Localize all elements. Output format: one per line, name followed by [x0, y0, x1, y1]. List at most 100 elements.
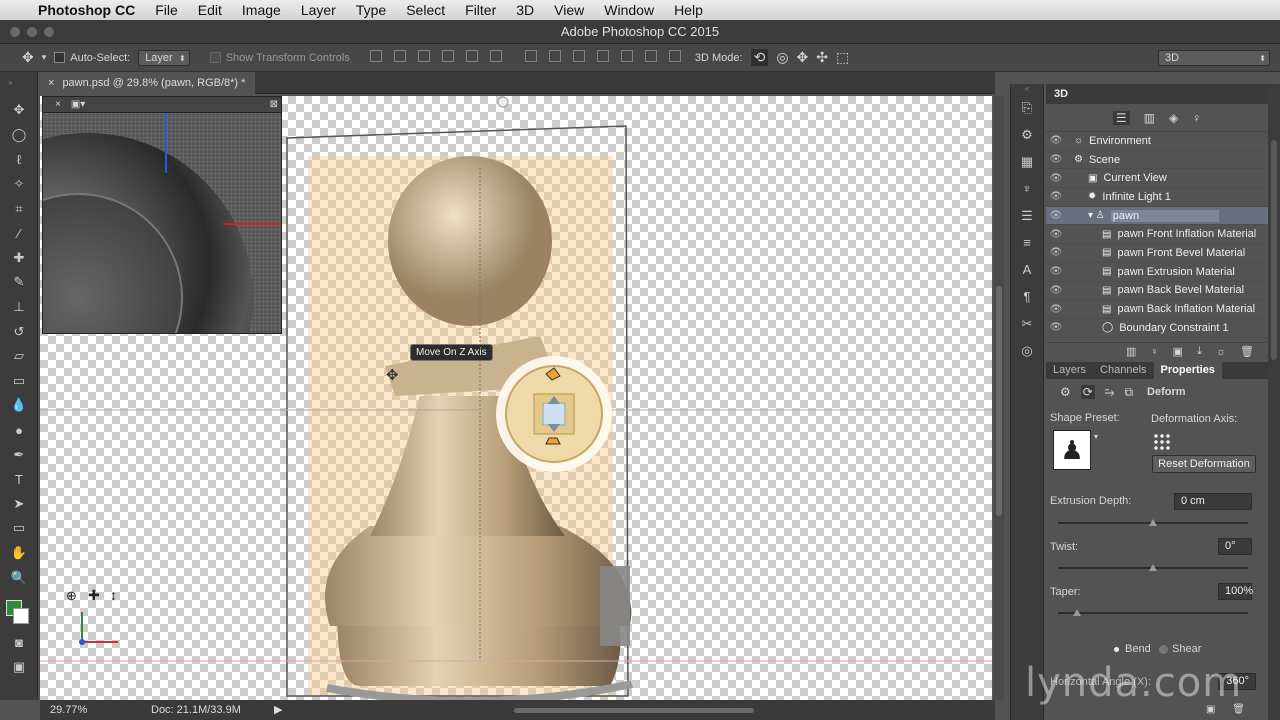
scene-tree-item[interactable]: 👁 ▤ pawn Front Bevel Material [1046, 244, 1268, 263]
background-color-swatch[interactable] [13, 607, 29, 624]
tools-presets-icon[interactable]: ✂ [1011, 310, 1043, 337]
canvas-vertical-scrollbar[interactable] [994, 96, 1004, 700]
visibility-eye-icon[interactable]: 👁 [1046, 173, 1066, 184]
menu-type[interactable]: Type [356, 2, 386, 18]
align-left-icon[interactable] [441, 50, 454, 62]
shape-preset-thumbnail[interactable]: ♟ [1053, 430, 1091, 470]
visibility-eye-icon[interactable]: 👁 [1046, 285, 1066, 296]
scene-tree-item[interactable]: 👁 ☼ Environment [1046, 132, 1268, 151]
swatches-panel-icon[interactable]: ▦ [1011, 148, 1043, 175]
move-tool-icon[interactable]: ✥ [0, 98, 38, 123]
lights-filter-icon[interactable]: ♀ [1192, 111, 1201, 125]
twist-input[interactable]: 0° [1218, 538, 1252, 555]
distribute-right-icon[interactable] [644, 50, 657, 62]
properties-panel-icon[interactable]: ⚙ [1011, 121, 1043, 148]
taper-input[interactable]: 100% [1218, 583, 1253, 600]
whole-scene-filter-icon[interactable]: ☰ [1112, 110, 1130, 125]
gradient-tool-icon[interactable]: ▭ [0, 369, 38, 394]
twist-knob[interactable] [1149, 564, 1157, 571]
quick-mask-icon[interactable]: ◙ [0, 630, 38, 655]
import-icon[interactable]: ⤓ [1197, 345, 1202, 358]
panels-scrollbar[interactable] [1268, 84, 1280, 720]
panels-scroll-thumb[interactable] [1271, 140, 1277, 360]
visibility-eye-icon[interactable]: 👁 [1046, 304, 1066, 315]
shear-radio[interactable]: Shear [1159, 643, 1201, 655]
move-tool-icon[interactable]: ✥ [22, 49, 34, 66]
blur-tool-icon[interactable]: 💧 [0, 393, 38, 418]
history-brush-tool-icon[interactable]: ↺ [0, 319, 38, 344]
visibility-eye-icon[interactable]: 👁 [1046, 135, 1066, 146]
meshes-filter-icon[interactable]: ▥ [1144, 111, 1155, 125]
scroll-thumb[interactable] [996, 286, 1002, 516]
rectangle-tool-icon[interactable]: ▭ [0, 516, 38, 541]
scene-tree-item[interactable]: 👁 ⚙ Scene [1046, 151, 1268, 170]
lasso-tool-icon[interactable]: ℓ [0, 147, 38, 172]
shape-preset-arrow-icon[interactable]: ▾ [1094, 432, 1098, 441]
slide-3d-icon[interactable]: ✣ [816, 49, 828, 66]
scene-tree-item[interactable]: 👁 ▤ pawn Front Inflation Material [1046, 225, 1268, 245]
eraser-tool-icon[interactable]: ▱ [0, 344, 38, 369]
menu-file[interactable]: File [155, 2, 178, 18]
coordinates-mode-icon[interactable]: ⧉ [1124, 385, 1133, 400]
hand-tool-icon[interactable]: ✋ [0, 541, 38, 566]
zoom-level[interactable]: 29.77% [50, 704, 87, 716]
tools-collapse-icon[interactable]: » [0, 72, 37, 98]
close-window-button[interactable] [10, 27, 20, 37]
pen-tool-icon[interactable]: ✒ [0, 442, 38, 467]
auto-select-dropdown[interactable]: Layer [138, 49, 190, 66]
dock-collapse-icon[interactable]: « [1011, 84, 1043, 94]
visibility-eye-icon[interactable]: 👁 [1046, 229, 1066, 240]
scene-tree-item[interactable]: 👁 ▤ pawn Back Inflation Material [1046, 300, 1268, 319]
drag-3d-icon[interactable]: ✥ [797, 49, 809, 66]
delete-icon[interactable]: 🗑 [1240, 345, 1254, 358]
tab-properties[interactable]: Properties [1153, 362, 1222, 379]
eyedropper-tool-icon[interactable]: ⁄ [0, 221, 38, 246]
align-vcenter-icon[interactable] [393, 50, 406, 62]
distribute-hcenter-icon[interactable] [620, 50, 633, 62]
close-document-icon[interactable]: × [48, 77, 54, 89]
zoom-window-button[interactable] [44, 27, 54, 37]
paragraph-panel-icon[interactable]: ¶ [1011, 283, 1043, 310]
type-tool-icon[interactable]: T [0, 467, 38, 492]
distribute-left-icon[interactable] [596, 50, 609, 62]
cap-mode-icon[interactable]: ⥲ [1105, 385, 1115, 400]
screen-mode-icon[interactable]: ▣ [0, 654, 38, 679]
deform-mode-icon[interactable]: ⟳ [1080, 385, 1095, 399]
visibility-eye-icon[interactable]: 👁 [1046, 154, 1066, 165]
roll-3d-icon[interactable]: ◎ [776, 49, 788, 66]
extrusion-depth-slider[interactable] [1058, 519, 1248, 526]
show-transform-checkbox[interactable] [209, 52, 221, 63]
scene-tree-item[interactable]: 👁 ▾ ♙ pawn [1046, 206, 1268, 226]
clone-stamp-tool-icon[interactable]: ⊥ [0, 295, 38, 320]
align-bottom-icon[interactable] [417, 50, 430, 62]
distribute-bottom-icon[interactable] [572, 50, 585, 62]
materials-filter-icon[interactable]: ◈ [1169, 111, 1178, 125]
layers-comp-icon[interactable]: ≡ [1011, 229, 1043, 256]
distribute-vcenter-icon[interactable] [548, 50, 561, 62]
marquee-tool-icon[interactable]: ◯ [0, 123, 38, 148]
scale-3d-icon[interactable]: ⬚ [836, 49, 849, 66]
scene-tree-item[interactable]: 👁 ▤ pawn Back Bevel Material [1046, 282, 1268, 301]
minimize-window-button[interactable] [27, 27, 37, 37]
scene-tree-item[interactable]: 👁 ✹ Infinite Light 1 [1046, 188, 1268, 207]
brush-panel-icon[interactable]: ♆ [1011, 175, 1043, 202]
scene-tree-item[interactable]: 👁 ▣ Current View [1046, 169, 1268, 189]
align-hcenter-icon[interactable] [465, 50, 478, 62]
tab-layers[interactable]: Layers [1046, 362, 1093, 379]
menu-filter[interactable]: Filter [465, 2, 496, 18]
crop-tool-icon[interactable]: ⌗ [0, 196, 38, 221]
scene-tree-item[interactable]: 👁 ▤ pawn Extrusion Material [1046, 263, 1268, 282]
path-selection-tool-icon[interactable]: ➤ [0, 492, 38, 517]
auto-select-checkbox[interactable] [54, 52, 66, 63]
brush-tool-icon[interactable]: ✎ [0, 270, 38, 295]
visibility-eye-icon[interactable]: 👁 [1046, 210, 1066, 221]
status-menu-arrow-icon[interactable]: ▶ [274, 703, 282, 716]
horizontal-scrollbar[interactable] [514, 708, 754, 713]
tool-preset-arrow-icon[interactable]: ▾ [42, 52, 47, 63]
menu-edit[interactable]: Edit [198, 2, 222, 18]
auto-align-icon[interactable] [668, 50, 681, 62]
app-menu[interactable]: Photoshop CC [38, 2, 135, 18]
new-scene-icon[interactable]: ▣ [1173, 345, 1183, 358]
visibility-eye-icon[interactable]: 👁 [1046, 247, 1066, 258]
document-canvas[interactable]: × ▣▾ ⊠ ✥ ⊕ ✚ ↕ Move On Z Axis [40, 96, 992, 700]
